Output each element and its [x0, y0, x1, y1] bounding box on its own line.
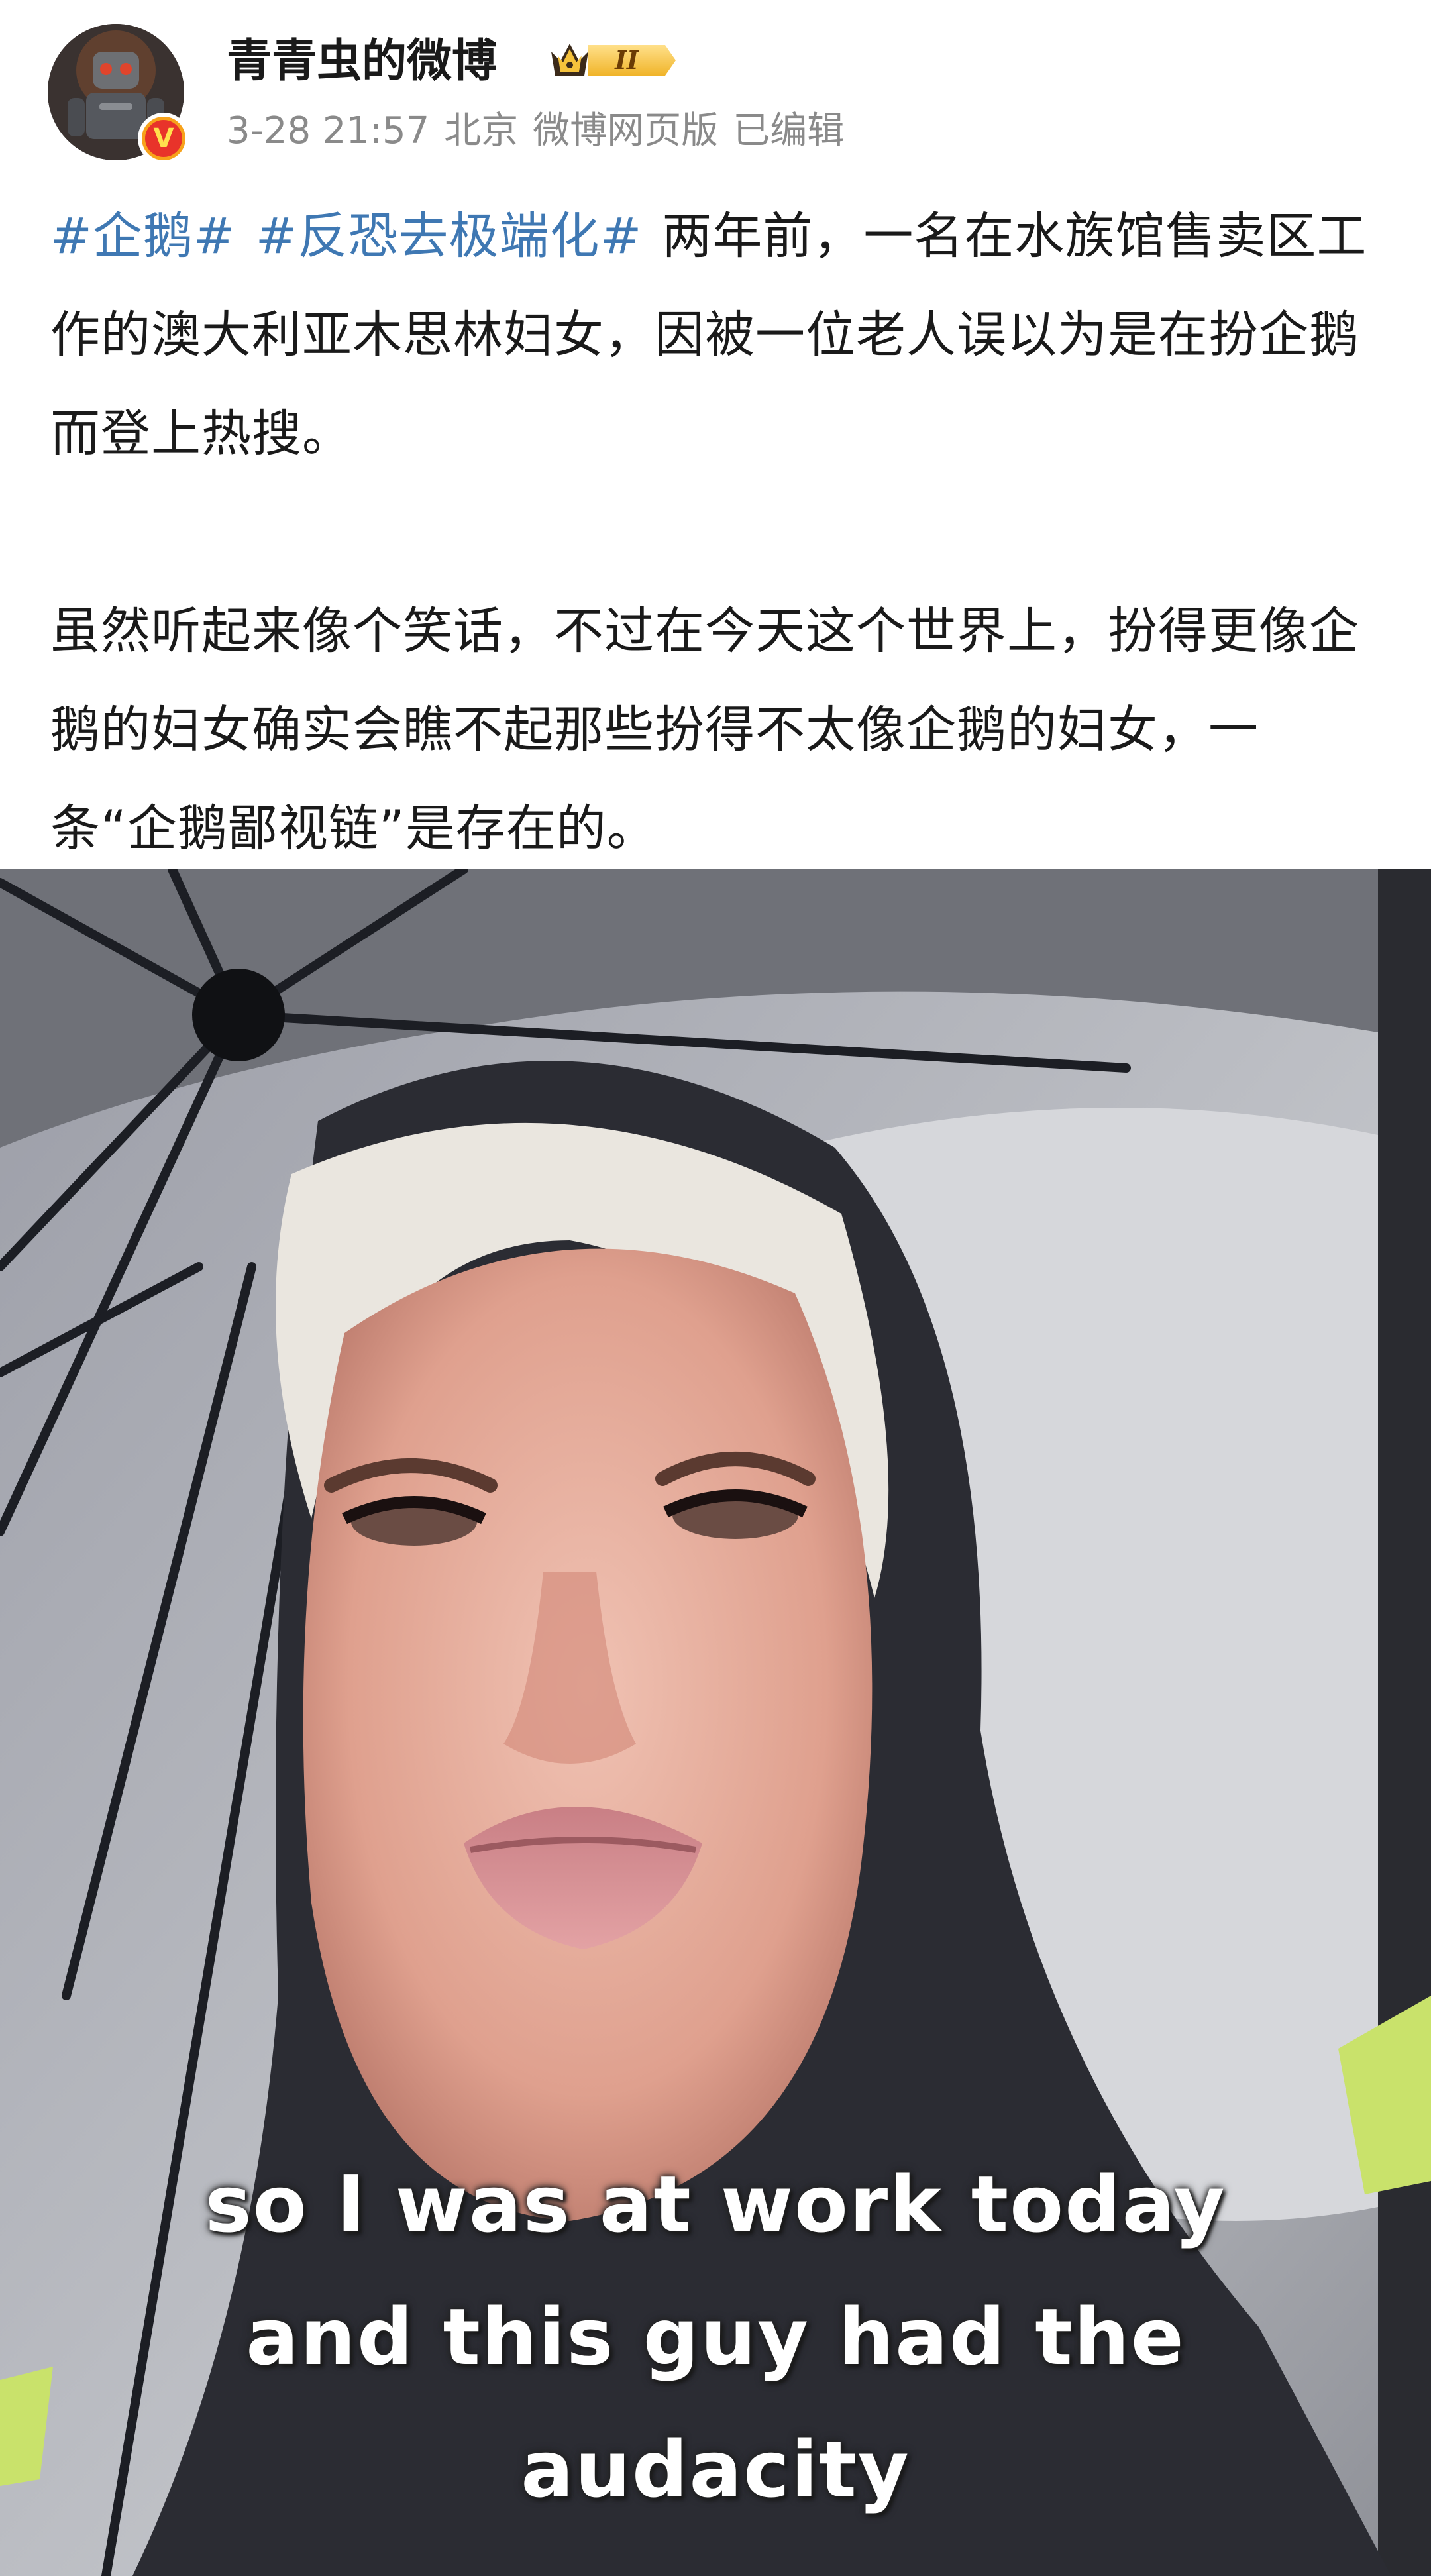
post-paragraph-2: 虽然听起来像个笑话，不过在今天这个世界上，扮得更像企鹅的妇女确实会瞧不起那些扮得…: [50, 602, 1360, 857]
video-subtitle-line-3: audacity: [521, 2424, 910, 2515]
post-location: 北京: [444, 109, 519, 152]
author-avatar[interactable]: V: [48, 24, 189, 164]
author-name[interactable]: 青青虫的微博: [227, 32, 497, 91]
post-time: 3-28 21:57: [227, 109, 430, 152]
vip-level: II: [614, 45, 639, 75]
post-meta: 3-28 21:57 北京 微博网页版 已编辑: [227, 105, 859, 158]
post-source[interactable]: 微博网页版: [533, 109, 718, 152]
edited-label[interactable]: 已编辑: [733, 109, 844, 152]
hashtag-counter-extremism[interactable]: #反恐去极端化#: [256, 207, 643, 265]
vip-crown-badge-icon[interactable]: II: [549, 38, 677, 82]
verified-badge-icon: V: [138, 113, 189, 164]
video-subtitle-line-1: so I was at work today: [205, 2159, 1226, 2250]
post-header: V 青青虫的微博 II 3-28 21:57 北京 微博网页版 已编辑: [0, 0, 1431, 179]
post-paragraph-1: #企鹅# #反恐去极端化# 两年前，一名在水族馆售卖区工作的澳大利亚木思林妇女，因被…: [50, 187, 1382, 483]
verified-mark: V: [145, 120, 182, 157]
hashtag-penguin[interactable]: #企鹅#: [50, 207, 236, 265]
video-subtitle-line-2: and this guy had the: [246, 2291, 1185, 2383]
paragraph-1-text: 两年前，一名在水族馆售卖区工作的澳大利亚木思林妇女，因被一位老人误以为是在扮企鹅…: [50, 207, 1367, 462]
post-body: #企鹅# #反恐去极端化# 两年前，一名在水族馆售卖区工作的澳大利亚木思林妇女，因被…: [50, 187, 1382, 878]
weibo-post: V 青青虫的微博 II 3-28 21:57 北京 微博网页版 已编辑 #企鹅# #反恐…: [0, 0, 1431, 2576]
